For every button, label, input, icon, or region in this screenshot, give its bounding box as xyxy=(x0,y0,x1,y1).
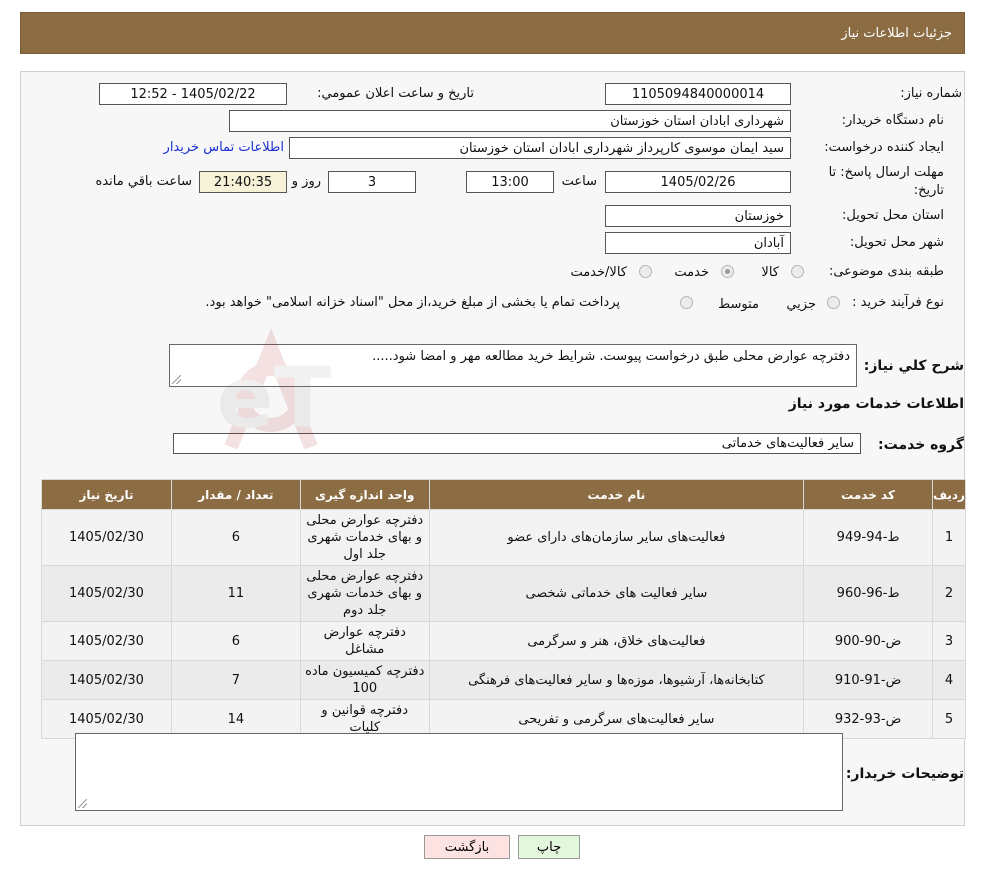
cell-date: 1405/02/30 xyxy=(41,565,172,622)
cell-unit: دفترچه عوارض محلی و بهای خدمات شهری جلد … xyxy=(299,509,430,566)
table-row: 1 ط-94-949 فعالیت‌های سایر سازمان‌های دا… xyxy=(41,509,966,566)
radio-goods-service[interactable] xyxy=(639,265,652,278)
cell-code: ض-91-910 xyxy=(803,660,934,700)
cell-qty: 6 xyxy=(170,621,301,661)
buyer-org-label: نام دستگاه خريدار: xyxy=(841,113,944,128)
cell-name: فعالیت‌های خلاق، هنر و سرگرمی xyxy=(428,621,805,661)
back-button[interactable]: بازگشت xyxy=(424,835,510,859)
province-label: استان محل تحويل: xyxy=(842,208,944,223)
cell-index: 5 xyxy=(932,699,966,739)
cell-name: کتابخانه‌ها، آرشیوها، موزه‌ها و سایر فعا… xyxy=(428,660,805,700)
deadline-label: مهلت ارسال پاسخ: تا xyxy=(828,165,944,180)
cell-unit: دفترچه عوارض محلی و بهای خدمات شهری جلد … xyxy=(299,565,430,622)
cell-index: 2 xyxy=(932,565,966,622)
creator-label: ايجاد کننده درخواست: xyxy=(824,140,944,155)
resize-grip-icon[interactable] xyxy=(172,375,181,384)
cell-unit: دفترچه عوارض مشاغل xyxy=(299,621,430,661)
radio-partial-label: جزيي xyxy=(786,297,816,312)
resize-grip-icon[interactable] xyxy=(78,799,87,808)
city-field: آبادان xyxy=(605,232,791,254)
cell-date: 1405/02/30 xyxy=(41,660,172,700)
buyer-notes-label: توضيحات خريدار: xyxy=(845,766,964,782)
col-qty: تعداد / مقدار xyxy=(170,479,301,510)
cell-code: ط-94-949 xyxy=(803,509,934,566)
cell-code: ض-90-900 xyxy=(803,621,934,661)
table-row: 2 ط-96-960 سایر فعالیت های خدماتی شخصی د… xyxy=(41,565,966,622)
deadline-time-label: ساعت xyxy=(561,174,597,189)
remaining-time-label: ساعت باقي مانده xyxy=(95,174,192,189)
cell-name: سایر فعالیت های خدماتی شخصی xyxy=(428,565,805,622)
deadline-label-date: تاريخ: xyxy=(913,183,944,198)
page-title: جزئيات اطلاعات نياز xyxy=(841,25,952,41)
table-row: 4 ض-91-910 کتابخانه‌ها، آرشیوها، موزه‌ها… xyxy=(41,660,966,700)
cell-date: 1405/02/30 xyxy=(41,621,172,661)
table-header-row: رديف کد خدمت نام خدمت واحد اندازه گيری ت… xyxy=(41,479,966,510)
cell-date: 1405/02/30 xyxy=(41,509,172,566)
radio-goods-service-label: کالا/خدمت xyxy=(570,265,627,280)
province-field: خوزستان xyxy=(605,205,791,227)
details-panel: شماره نياز: 1105094840000014 تاريخ و ساع… xyxy=(20,71,966,826)
radio-medium-label: متوسط xyxy=(718,297,759,312)
process-note: پرداخت تمام یا بخشی از مبلغ خرید،از محل … xyxy=(205,295,620,310)
cell-qty: 11 xyxy=(170,565,301,622)
radio-service-label: خدمت xyxy=(674,265,709,280)
service-group-field: سایر فعالیت‌های خدماتی xyxy=(173,433,861,454)
days-label: روز و xyxy=(291,174,321,189)
col-index: رديف xyxy=(932,479,966,510)
description-text: دفترچه عوارض محلی طبق درخواست پیوست. شرا… xyxy=(372,349,850,364)
cell-name: فعالیت‌های سایر سازمان‌های دارای عضو xyxy=(428,509,805,566)
col-unit: واحد اندازه گيری xyxy=(299,479,430,510)
cell-index: 4 xyxy=(932,660,966,700)
cell-index: 1 xyxy=(932,509,966,566)
contact-buyer-link[interactable]: اطلاعات تماس خريدار xyxy=(164,140,284,155)
cell-index: 3 xyxy=(932,621,966,661)
announce-field: 1405/02/22 - 12:52 xyxy=(99,83,287,105)
page-header: جزئيات اطلاعات نياز xyxy=(20,12,965,54)
radio-goods[interactable] xyxy=(791,265,804,278)
service-group-label: گروه خدمت: xyxy=(878,437,964,453)
creator-field: سید ایمان موسوی کارپرداز شهرداری ابادان … xyxy=(289,137,791,159)
city-label: شهر محل تحويل: xyxy=(849,235,944,250)
cell-code: ط-96-960 xyxy=(803,565,934,622)
need-number-field: 1105094840000014 xyxy=(605,83,791,105)
radio-service[interactable] xyxy=(721,265,734,278)
col-name: نام خدمت xyxy=(428,479,805,510)
category-label: طبقه بندی موضوعی: xyxy=(828,264,944,279)
services-table: رديف کد خدمت نام خدمت واحد اندازه گيری ت… xyxy=(41,479,966,739)
cell-unit: دفترچه کمیسیون ماده 100 xyxy=(299,660,430,700)
remaining-time-field: 21:40:35 xyxy=(199,171,287,193)
print-button[interactable]: چاپ xyxy=(518,835,580,859)
days-field: 3 xyxy=(328,171,416,193)
process-label: نوع فرآيند خريد : xyxy=(852,295,944,310)
cell-qty: 6 xyxy=(170,509,301,566)
deadline-time-field: 13:00 xyxy=(466,171,554,193)
description-label: شرح کلي نياز: xyxy=(863,358,964,374)
services-section-title: اطلاعات خدمات مورد نياز xyxy=(788,396,964,412)
col-code: کد خدمت xyxy=(803,479,934,510)
col-date: تاريخ نياز xyxy=(41,479,172,510)
radio-goods-label: کالا xyxy=(761,265,779,280)
treasury-check[interactable] xyxy=(680,296,693,309)
radio-partial[interactable] xyxy=(827,296,840,309)
deadline-date-field: 1405/02/26 xyxy=(605,171,791,193)
cell-qty: 7 xyxy=(170,660,301,700)
buyer-notes-textarea[interactable] xyxy=(75,733,843,811)
buyer-org-field: شهرداری ابادان استان خوزستان xyxy=(229,110,791,132)
announce-label: تاريخ و ساعت اعلان عمومي: xyxy=(317,86,474,101)
need-number-label: شماره نياز: xyxy=(900,86,962,101)
table-row: 3 ض-90-900 فعالیت‌های خلاق، هنر و سرگرمی… xyxy=(41,621,966,661)
description-textarea[interactable]: دفترچه عوارض محلی طبق درخواست پیوست. شرا… xyxy=(169,344,857,387)
